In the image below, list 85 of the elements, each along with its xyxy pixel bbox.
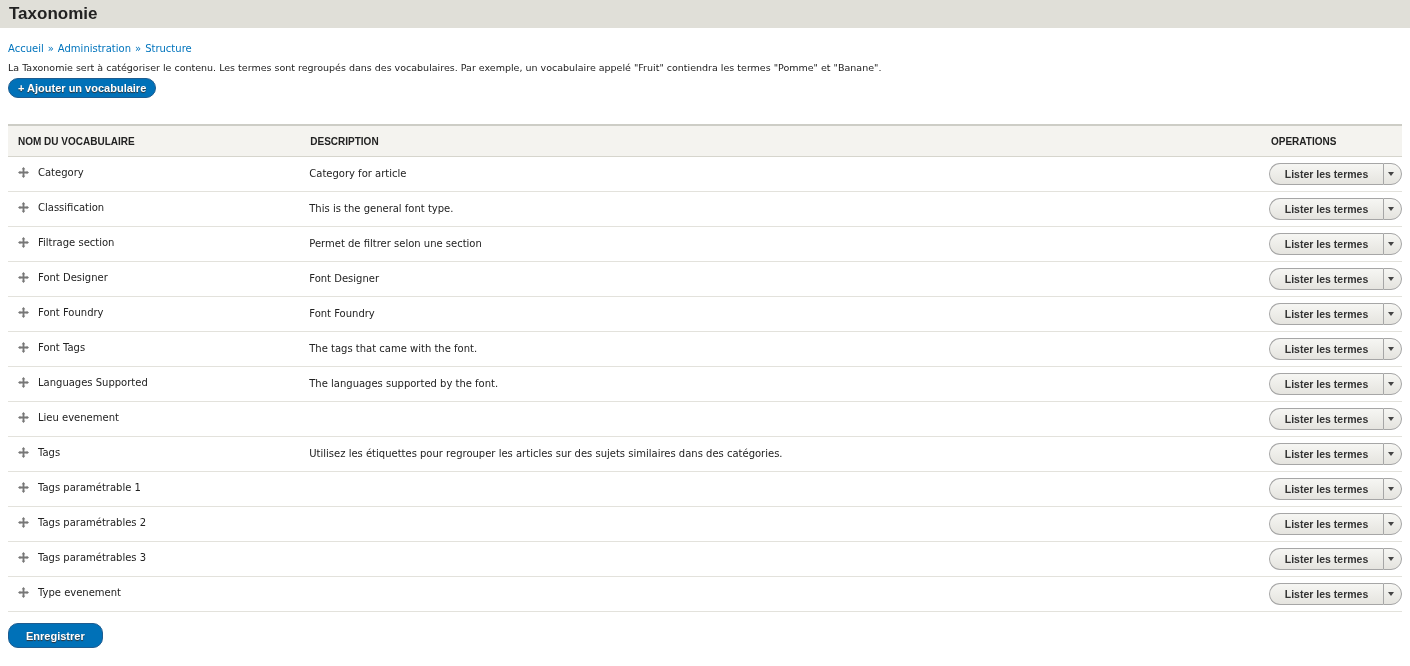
list-terms-button[interactable]: Lister les termes [1269,443,1383,465]
breadcrumb-separator: » [135,42,142,54]
drag-handle-icon[interactable] [18,552,29,563]
breadcrumb-separator: » [47,42,54,54]
caret-icon [1388,312,1394,316]
caret-icon [1388,382,1394,386]
drag-handle-icon[interactable] [18,237,29,248]
list-terms-button[interactable]: Lister les termes [1269,163,1383,185]
drag-handle-icon[interactable] [18,482,29,493]
vocabulary-description: The tags that came with the font. [309,342,478,354]
caret-icon [1388,487,1394,491]
breadcrumb-link[interactable]: Accueil [8,42,44,54]
breadcrumb-link[interactable]: Structure [145,42,192,54]
vocabulary-name: Languages Supported [38,377,148,388]
vocabulary-name: Tags [38,447,61,458]
vocabulary-description: Utilisez les étiquettes pour regrouper les articles sur des sujets similaires dans des catégories. [309,447,783,459]
add-vocabulary-button[interactable]: + Ajouter un vocabulaire [8,78,157,98]
caret-icon [1388,557,1394,561]
vocabulary-description: Category for article [309,167,407,179]
list-terms-button[interactable]: Lister les termes [1269,408,1383,430]
list-terms-button[interactable]: Lister les termes [1269,303,1383,325]
caret-icon [1388,522,1394,526]
breadcrumb-link[interactable]: Administration [57,42,132,54]
dropdown-toggle-button[interactable] [1383,303,1402,325]
vocabulary-name: Category [38,167,84,178]
caret-icon [1388,172,1394,176]
vocabulary-name: Font Designer [38,272,108,283]
caret-icon [1388,592,1394,596]
dropdown-toggle-button[interactable] [1383,583,1402,605]
vocabulary-description: Permet de filtrer selon une section [309,237,482,249]
dropdown-toggle-button[interactable] [1383,163,1402,185]
list-terms-button[interactable]: Lister les termes [1269,513,1383,535]
dropdown-toggle-button[interactable] [1383,373,1402,395]
vocabulary-name: Classification [38,202,105,213]
caret-icon [1388,347,1394,351]
dropdown-toggle-button[interactable] [1383,513,1402,535]
vocabulary-name: Font Foundry [38,307,104,318]
list-terms-button[interactable]: Lister les termes [1269,583,1383,605]
list-terms-button[interactable]: Lister les termes [1269,373,1383,395]
drag-handle-icon[interactable] [18,412,29,423]
vocabulary-description: Font Designer [309,272,379,284]
column-header: OPERATIONS [1271,135,1337,147]
column-header: NOM DU VOCABULAIRE [18,135,135,147]
vocabulary-name: Type evenement [38,587,121,598]
page-title: Taxonomie [9,4,98,24]
drag-handle-icon[interactable] [18,447,29,458]
vocabulary-name: Tags paramétrables 3 [38,552,147,563]
drag-handle-icon[interactable] [18,587,29,598]
list-terms-button[interactable]: Lister les termes [1269,338,1383,360]
drag-handle-icon[interactable] [18,517,29,528]
vocabulary-description: Font Foundry [309,307,375,319]
dropdown-toggle-button[interactable] [1383,548,1402,570]
drag-handle-icon[interactable] [18,167,29,178]
caret-icon [1388,207,1394,211]
dropdown-toggle-button[interactable] [1383,408,1402,430]
caret-icon [1388,277,1394,281]
list-terms-button[interactable]: Lister les termes [1269,198,1383,220]
list-terms-button[interactable]: Lister les termes [1269,233,1383,255]
drag-handle-icon[interactable] [18,307,29,318]
dropdown-toggle-button[interactable] [1383,268,1402,290]
dropdown-toggle-button[interactable] [1383,198,1402,220]
intro-text: La Taxonomie sert à catégoriser le contenu. Les termes sont regroupés dans des vocabulaires. Par exemple, un vocabulaire appelé "Fruit" contiendra les termes "Pomme" et "Banane". [8,61,883,75]
vocabulary-name: Filtrage section [38,237,115,248]
vocabulary-description: This is the general font type. [309,202,454,214]
vocabulary-name: Tags paramétrables 2 [38,517,147,528]
dropdown-toggle-button[interactable] [1383,233,1402,255]
drag-handle-icon[interactable] [18,272,29,283]
drag-handle-icon[interactable] [18,342,29,353]
save-button[interactable]: Enregistrer [8,623,103,648]
caret-icon [1388,452,1394,456]
vocabulary-name: Font Tags [38,342,86,353]
dropdown-toggle-button[interactable] [1383,478,1402,500]
dropdown-toggle-button[interactable] [1383,443,1402,465]
column-header: DESCRIPTION [310,135,379,147]
vocabulary-name: Tags paramétrable 1 [38,482,141,493]
vocabulary-name: Lieu evenement [38,412,119,423]
drag-handle-icon[interactable] [18,202,29,213]
vocabulary-description: The languages supported by the font. [309,377,499,389]
dropdown-toggle-button[interactable] [1383,338,1402,360]
drag-handle-icon[interactable] [18,377,29,388]
list-terms-button[interactable]: Lister les termes [1269,268,1383,290]
caret-icon [1388,417,1394,421]
caret-icon [1388,242,1394,246]
list-terms-button[interactable]: Lister les termes [1269,478,1383,500]
list-terms-button[interactable]: Lister les termes [1269,548,1383,570]
